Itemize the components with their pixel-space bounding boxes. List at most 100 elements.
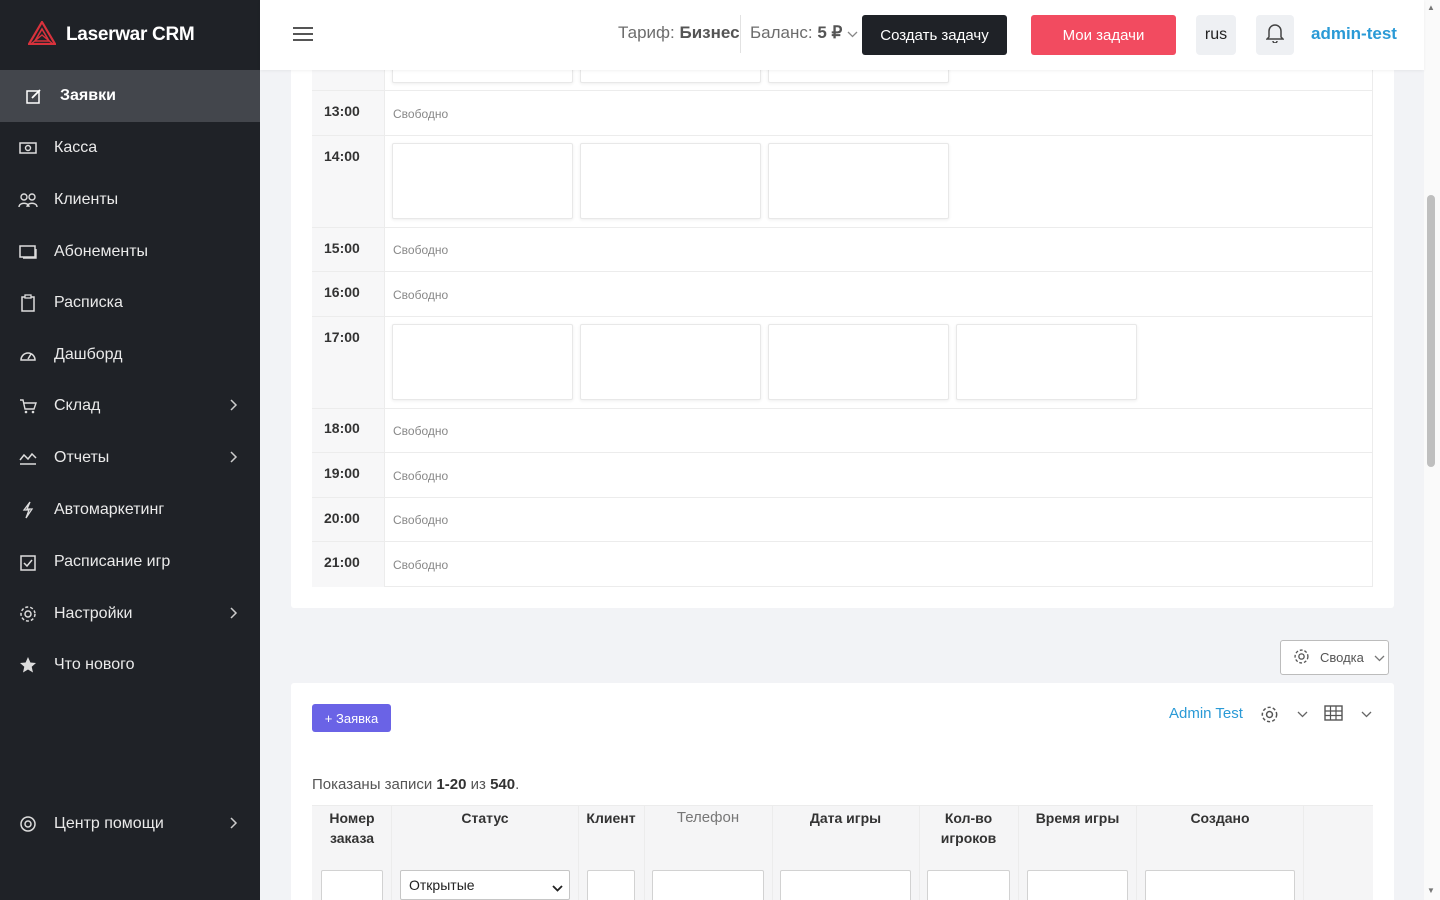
sidebar-item-dashboard[interactable]: Дашборд <box>0 329 260 381</box>
my-tasks-button[interactable]: Мои задачи <box>1031 15 1176 55</box>
row-divider <box>312 497 1373 498</box>
time-label: 19:00 <box>324 465 360 481</box>
free-label[interactable]: Свободно <box>393 107 448 121</box>
column-header-phone[interactable]: Телефон <box>652 808 764 828</box>
free-label[interactable]: Свободно <box>393 513 448 527</box>
free-label[interactable]: Свободно <box>393 424 448 438</box>
sidebar-item-label: Клиенты <box>54 191 119 208</box>
sidebar-item-cash[interactable]: Касса <box>0 122 260 174</box>
row-divider <box>312 541 1373 542</box>
column-header-created[interactable]: Создано <box>1145 808 1295 828</box>
column-header-players[interactable]: Кол-во игроков <box>927 808 1010 848</box>
chevron-down-icon[interactable] <box>1296 708 1308 720</box>
sidebar-item-warehouse[interactable]: Склад <box>0 380 260 432</box>
free-label[interactable]: Свободно <box>393 288 448 302</box>
column-header-status[interactable]: Статус <box>400 808 570 828</box>
column-divider <box>391 805 392 900</box>
sidebar-item-game-schedule[interactable]: Расписание игр <box>0 536 260 588</box>
sidebar-item-whats-new[interactable]: Что нового <box>0 639 260 691</box>
brand[interactable]: Laserwar CRM <box>0 0 260 70</box>
players-filter-input[interactable] <box>927 870 1010 900</box>
add-request-button[interactable]: + Заявка <box>312 704 391 732</box>
balance-dropdown[interactable]: Баланс: 5 ₽ <box>750 23 858 43</box>
lightning-icon <box>18 500 38 520</box>
schedule-slot[interactable] <box>580 324 761 400</box>
chevron-right-icon <box>230 450 238 468</box>
lifebuoy-icon <box>18 814 38 834</box>
sidebar-item-reports[interactable]: Отчеты <box>0 432 260 484</box>
brand-name: Laserwar CRM <box>66 24 195 45</box>
time-label: 17:00 <box>324 329 360 345</box>
admin-filter-link[interactable]: Admin Test <box>1169 705 1243 722</box>
column-header-client[interactable]: Клиент <box>583 808 639 828</box>
sidebar-item-label: Абонементы <box>54 243 149 260</box>
calendar-check-icon <box>18 552 38 572</box>
scroll-up-icon[interactable]: ▲ <box>1427 3 1435 12</box>
chevron-right-icon <box>230 398 238 416</box>
scroll-down-icon[interactable]: ▼ <box>1427 886 1435 895</box>
sidebar-item-label: Касса <box>54 139 98 156</box>
laserwar-logo-icon <box>27 19 57 50</box>
schedule-slot[interactable] <box>580 143 761 219</box>
order-number-filter-input[interactable] <box>321 870 383 900</box>
sidebar-item-help-center[interactable]: Центр помощи <box>0 798 260 850</box>
schedule-slot[interactable] <box>768 143 949 219</box>
sidebar-item-requests[interactable]: Заявки <box>0 70 260 122</box>
sidebar-item-label: Настройки <box>54 605 133 622</box>
sidebar-item-label: Центр помощи <box>54 815 164 832</box>
column-header-game-date[interactable]: Дата игры <box>780 808 911 828</box>
schedule-time-column <box>312 40 385 587</box>
column-header-order-number[interactable]: Номер заказа <box>322 808 382 848</box>
sidebar: Laserwar CRM Заявки Касса Клиенты Абонем… <box>0 0 260 900</box>
card-icon <box>18 242 38 262</box>
free-label[interactable]: Свободно <box>393 469 448 483</box>
tariff-info: Тариф: Бизнес <box>618 23 740 43</box>
gear-icon <box>18 604 38 624</box>
summary-dropdown[interactable]: Сводка <box>1280 640 1389 675</box>
sidebar-item-subscriptions[interactable]: Абонементы <box>0 226 260 278</box>
created-filter-input[interactable] <box>1145 870 1295 900</box>
chevron-down-icon <box>847 23 858 42</box>
language-button[interactable]: rus <box>1196 15 1236 55</box>
free-label[interactable]: Свободно <box>393 558 448 572</box>
sidebar-item-label: Дашборд <box>54 346 123 363</box>
sidebar-item-label: Отчеты <box>54 449 110 466</box>
column-divider <box>1303 805 1304 900</box>
sidebar-item-clients[interactable]: Клиенты <box>0 174 260 226</box>
schedule-slot[interactable] <box>392 324 573 400</box>
tariff-label: Тариф: <box>618 23 675 42</box>
top-header: Тариф: Бизнес Баланс: 5 ₽ Создать задачу… <box>260 0 1424 70</box>
schedule-slot[interactable] <box>768 324 949 400</box>
chevron-right-icon <box>230 816 238 834</box>
chevron-down-icon[interactable] <box>1360 708 1372 720</box>
clipboard-icon <box>18 293 38 313</box>
game-time-filter-input[interactable] <box>1027 870 1128 900</box>
status-filter-select[interactable]: Открытые <box>400 870 570 900</box>
sidebar-item-automarketing[interactable]: Автомаркетинг <box>0 484 260 536</box>
phone-filter-input[interactable] <box>652 870 764 900</box>
schedule-slot[interactable] <box>956 324 1137 400</box>
game-date-filter-input[interactable] <box>780 870 911 900</box>
schedule-slot[interactable] <box>392 143 573 219</box>
page-scrollbar[interactable]: ▲ ▼ <box>1424 0 1440 900</box>
star-icon <box>18 655 38 675</box>
notifications-button[interactable] <box>1256 15 1294 55</box>
table-grid-icon[interactable] <box>1323 704 1343 722</box>
create-task-button[interactable]: Создать задачу <box>862 15 1007 55</box>
menu-icon[interactable] <box>293 26 313 42</box>
user-menu-link[interactable]: admin-test <box>1311 24 1397 44</box>
row-divider <box>312 90 1373 91</box>
shown-range: 1-20 <box>436 776 467 793</box>
client-filter-input[interactable] <box>587 870 635 900</box>
sidebar-item-receipt[interactable]: Расписка <box>0 277 260 329</box>
time-label: 21:00 <box>324 554 360 570</box>
bell-icon <box>1265 23 1285 48</box>
gear-icon[interactable] <box>1259 704 1279 724</box>
scrollbar-thumb[interactable] <box>1427 195 1435 467</box>
column-header-game-time[interactable]: Время игры <box>1027 808 1128 828</box>
sidebar-item-settings[interactable]: Настройки <box>0 588 260 640</box>
free-label[interactable]: Свободно <box>393 243 448 257</box>
sidebar-item-label: Что нового <box>54 656 135 673</box>
row-divider <box>312 135 1373 136</box>
column-divider <box>772 805 773 900</box>
